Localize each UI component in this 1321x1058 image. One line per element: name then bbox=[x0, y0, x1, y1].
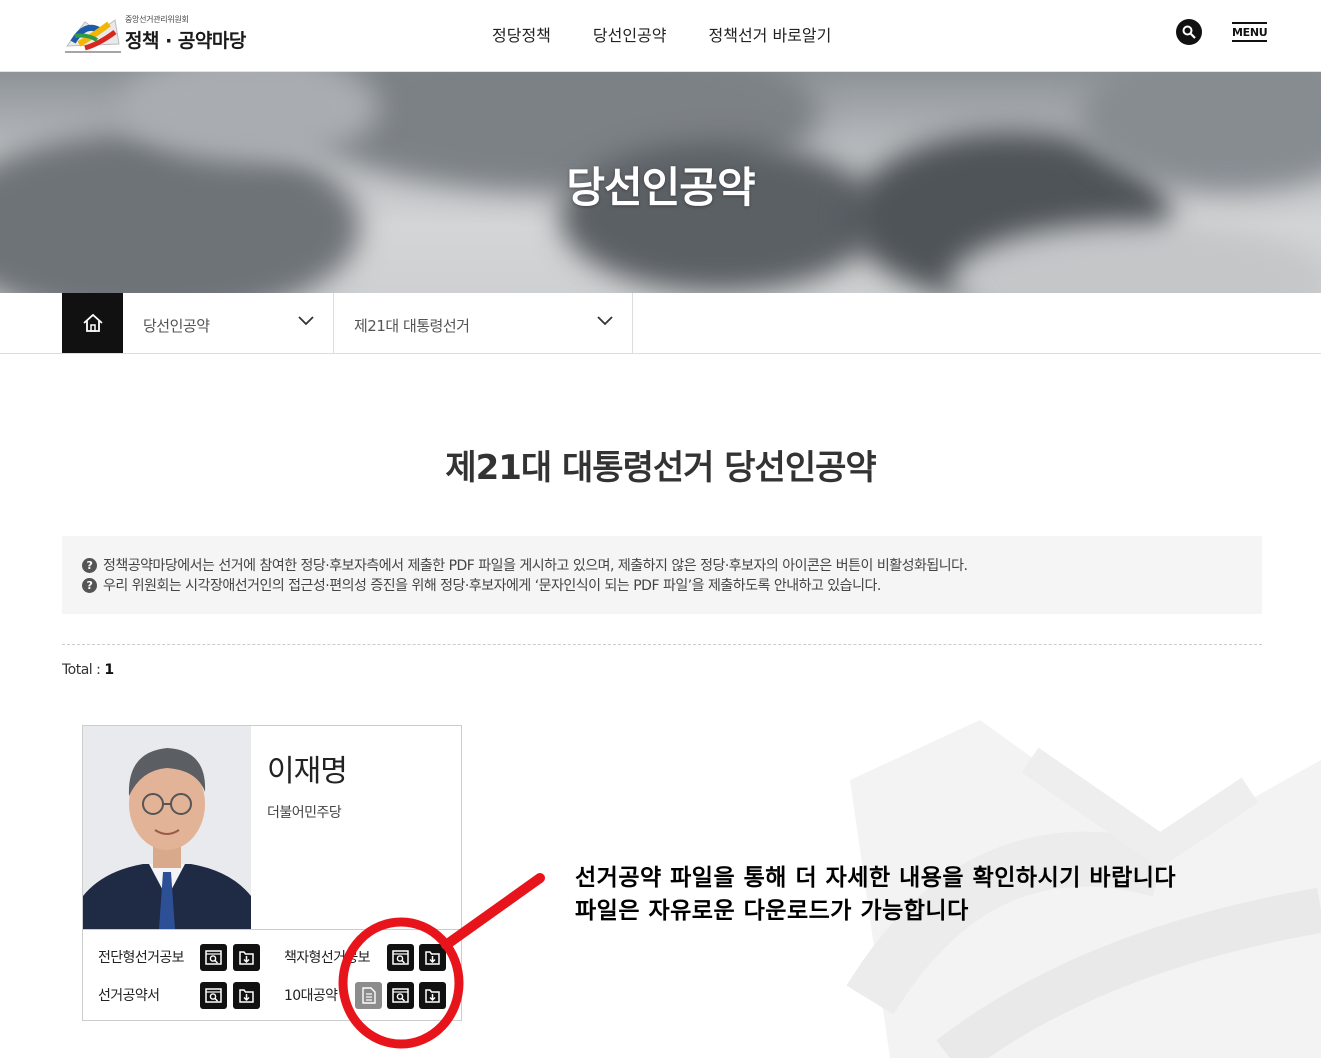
nav-party-policy[interactable]: 정당정책 bbox=[492, 22, 551, 46]
search-icon bbox=[1182, 25, 1196, 39]
top10-download-button[interactable] bbox=[419, 982, 446, 1009]
total-count: Total : 1 bbox=[62, 662, 114, 678]
doc-label-top10: 10대공약 bbox=[284, 988, 338, 1004]
chevron-down-icon bbox=[298, 316, 314, 326]
leaflet-view-button[interactable] bbox=[200, 944, 227, 971]
location-depth1-label: 당선인공약 bbox=[143, 317, 210, 335]
pledge-book-view-button[interactable] bbox=[200, 982, 227, 1009]
booklet-view-button[interactable] bbox=[387, 944, 414, 971]
pledge-book-download-button[interactable] bbox=[233, 982, 260, 1009]
location-bar: 당선인공약 제21대 대통령선거 bbox=[0, 293, 1321, 354]
question-icon: ? bbox=[82, 577, 97, 593]
location-select-depth2[interactable]: 제21대 대통령선거 bbox=[334, 293, 633, 353]
leaflet-download-button[interactable] bbox=[233, 944, 260, 971]
question-icon: ? bbox=[82, 557, 97, 573]
site-logo[interactable]: 중앙선거관리위원회 정책 · 공약마당 bbox=[65, 12, 255, 56]
candidate-card: 이재명 더불어민주당 전단형선거공보 책자형선거공보 선거공약서 10대공약 bbox=[82, 725, 462, 1021]
download-icon bbox=[239, 951, 254, 965]
notice-text: 우리 위원회는 시각장애선거인의 접근성·편의성 증진을 위해 정당·후보자에게… bbox=[103, 578, 881, 594]
booklet-download-button[interactable] bbox=[419, 944, 446, 971]
location-select-depth1[interactable]: 당선인공약 bbox=[123, 293, 334, 353]
total-value: 1 bbox=[104, 662, 114, 678]
doc-label-booklet: 책자형선거공보 bbox=[284, 950, 371, 966]
notice-item: ? 정책공약마당에서는 선거에 참여한 정당·후보자측에서 제출한 PDF 파일… bbox=[82, 555, 1262, 575]
logo-title: 정책 · 공약마당 bbox=[125, 30, 246, 52]
logo-subtitle: 중앙선거관리위원회 bbox=[125, 15, 189, 24]
annotation-text: 선거공약 파일을 통해 더 자세한 내용을 확인하시기 바랍니다 파일은 자유로… bbox=[575, 862, 1176, 928]
doc-label-leaflet: 전단형선거공보 bbox=[98, 950, 185, 966]
download-icon bbox=[425, 989, 440, 1003]
notice-text: 정책공약마당에서는 선거에 참여한 정당·후보자측에서 제출한 PDF 파일을 … bbox=[103, 558, 968, 574]
main-nav: 정당정책 당선인공약 정책선거 바로알기 bbox=[492, 22, 873, 46]
nav-policy-election-guide[interactable]: 정책선거 바로알기 bbox=[709, 22, 832, 46]
notice-box: ? 정책공약마당에서는 선거에 참여한 정당·후보자측에서 제출한 PDF 파일… bbox=[62, 536, 1262, 614]
candidate-photo bbox=[83, 726, 251, 929]
search-button[interactable] bbox=[1176, 19, 1202, 45]
location-depth2-label: 제21대 대통령선거 bbox=[354, 317, 470, 335]
notice-item: ? 우리 위원회는 시각장애선거인의 접근성·편의성 증진을 위해 정당·후보자… bbox=[82, 575, 1262, 595]
logo-emblem-icon bbox=[65, 19, 121, 53]
top10-view-button[interactable] bbox=[387, 982, 414, 1009]
download-icon bbox=[239, 989, 254, 1003]
view-icon bbox=[205, 988, 222, 1003]
candidate-name: 이재명 bbox=[267, 754, 348, 789]
nav-winner-pledges[interactable]: 당선인공약 bbox=[593, 22, 667, 46]
site-header: 중앙선거관리위원회 정책 · 공약마당 정당정책 당선인공약 정책선거 바로알기… bbox=[0, 0, 1321, 72]
page-banner: 당선인공약 bbox=[0, 72, 1321, 293]
candidate-party: 더불어민주당 bbox=[267, 805, 342, 821]
menu-button[interactable]: MENU bbox=[1232, 22, 1268, 42]
view-icon bbox=[392, 988, 409, 1003]
download-icon bbox=[425, 951, 440, 965]
view-icon bbox=[392, 950, 409, 965]
top10-text-button[interactable] bbox=[355, 982, 382, 1009]
home-button[interactable] bbox=[62, 293, 123, 353]
divider bbox=[83, 929, 461, 930]
annotation-line-1: 선거공약 파일을 통해 더 자세한 내용을 확인하시기 바랍니다 bbox=[575, 865, 1177, 891]
view-icon bbox=[205, 950, 222, 965]
document-icon bbox=[362, 987, 376, 1004]
chevron-down-icon bbox=[597, 316, 613, 326]
home-icon bbox=[83, 313, 103, 332]
banner-title: 당선인공약 bbox=[566, 163, 755, 212]
total-label: Total : bbox=[62, 662, 101, 678]
page-title: 제21대 대통령선거 당선인공약 bbox=[445, 448, 876, 488]
divider bbox=[62, 644, 1262, 645]
annotation-line-2: 파일은 자유로운 다운로드가 가능합니다 bbox=[575, 898, 969, 924]
doc-label-pledge-book: 선거공약서 bbox=[98, 988, 160, 1004]
